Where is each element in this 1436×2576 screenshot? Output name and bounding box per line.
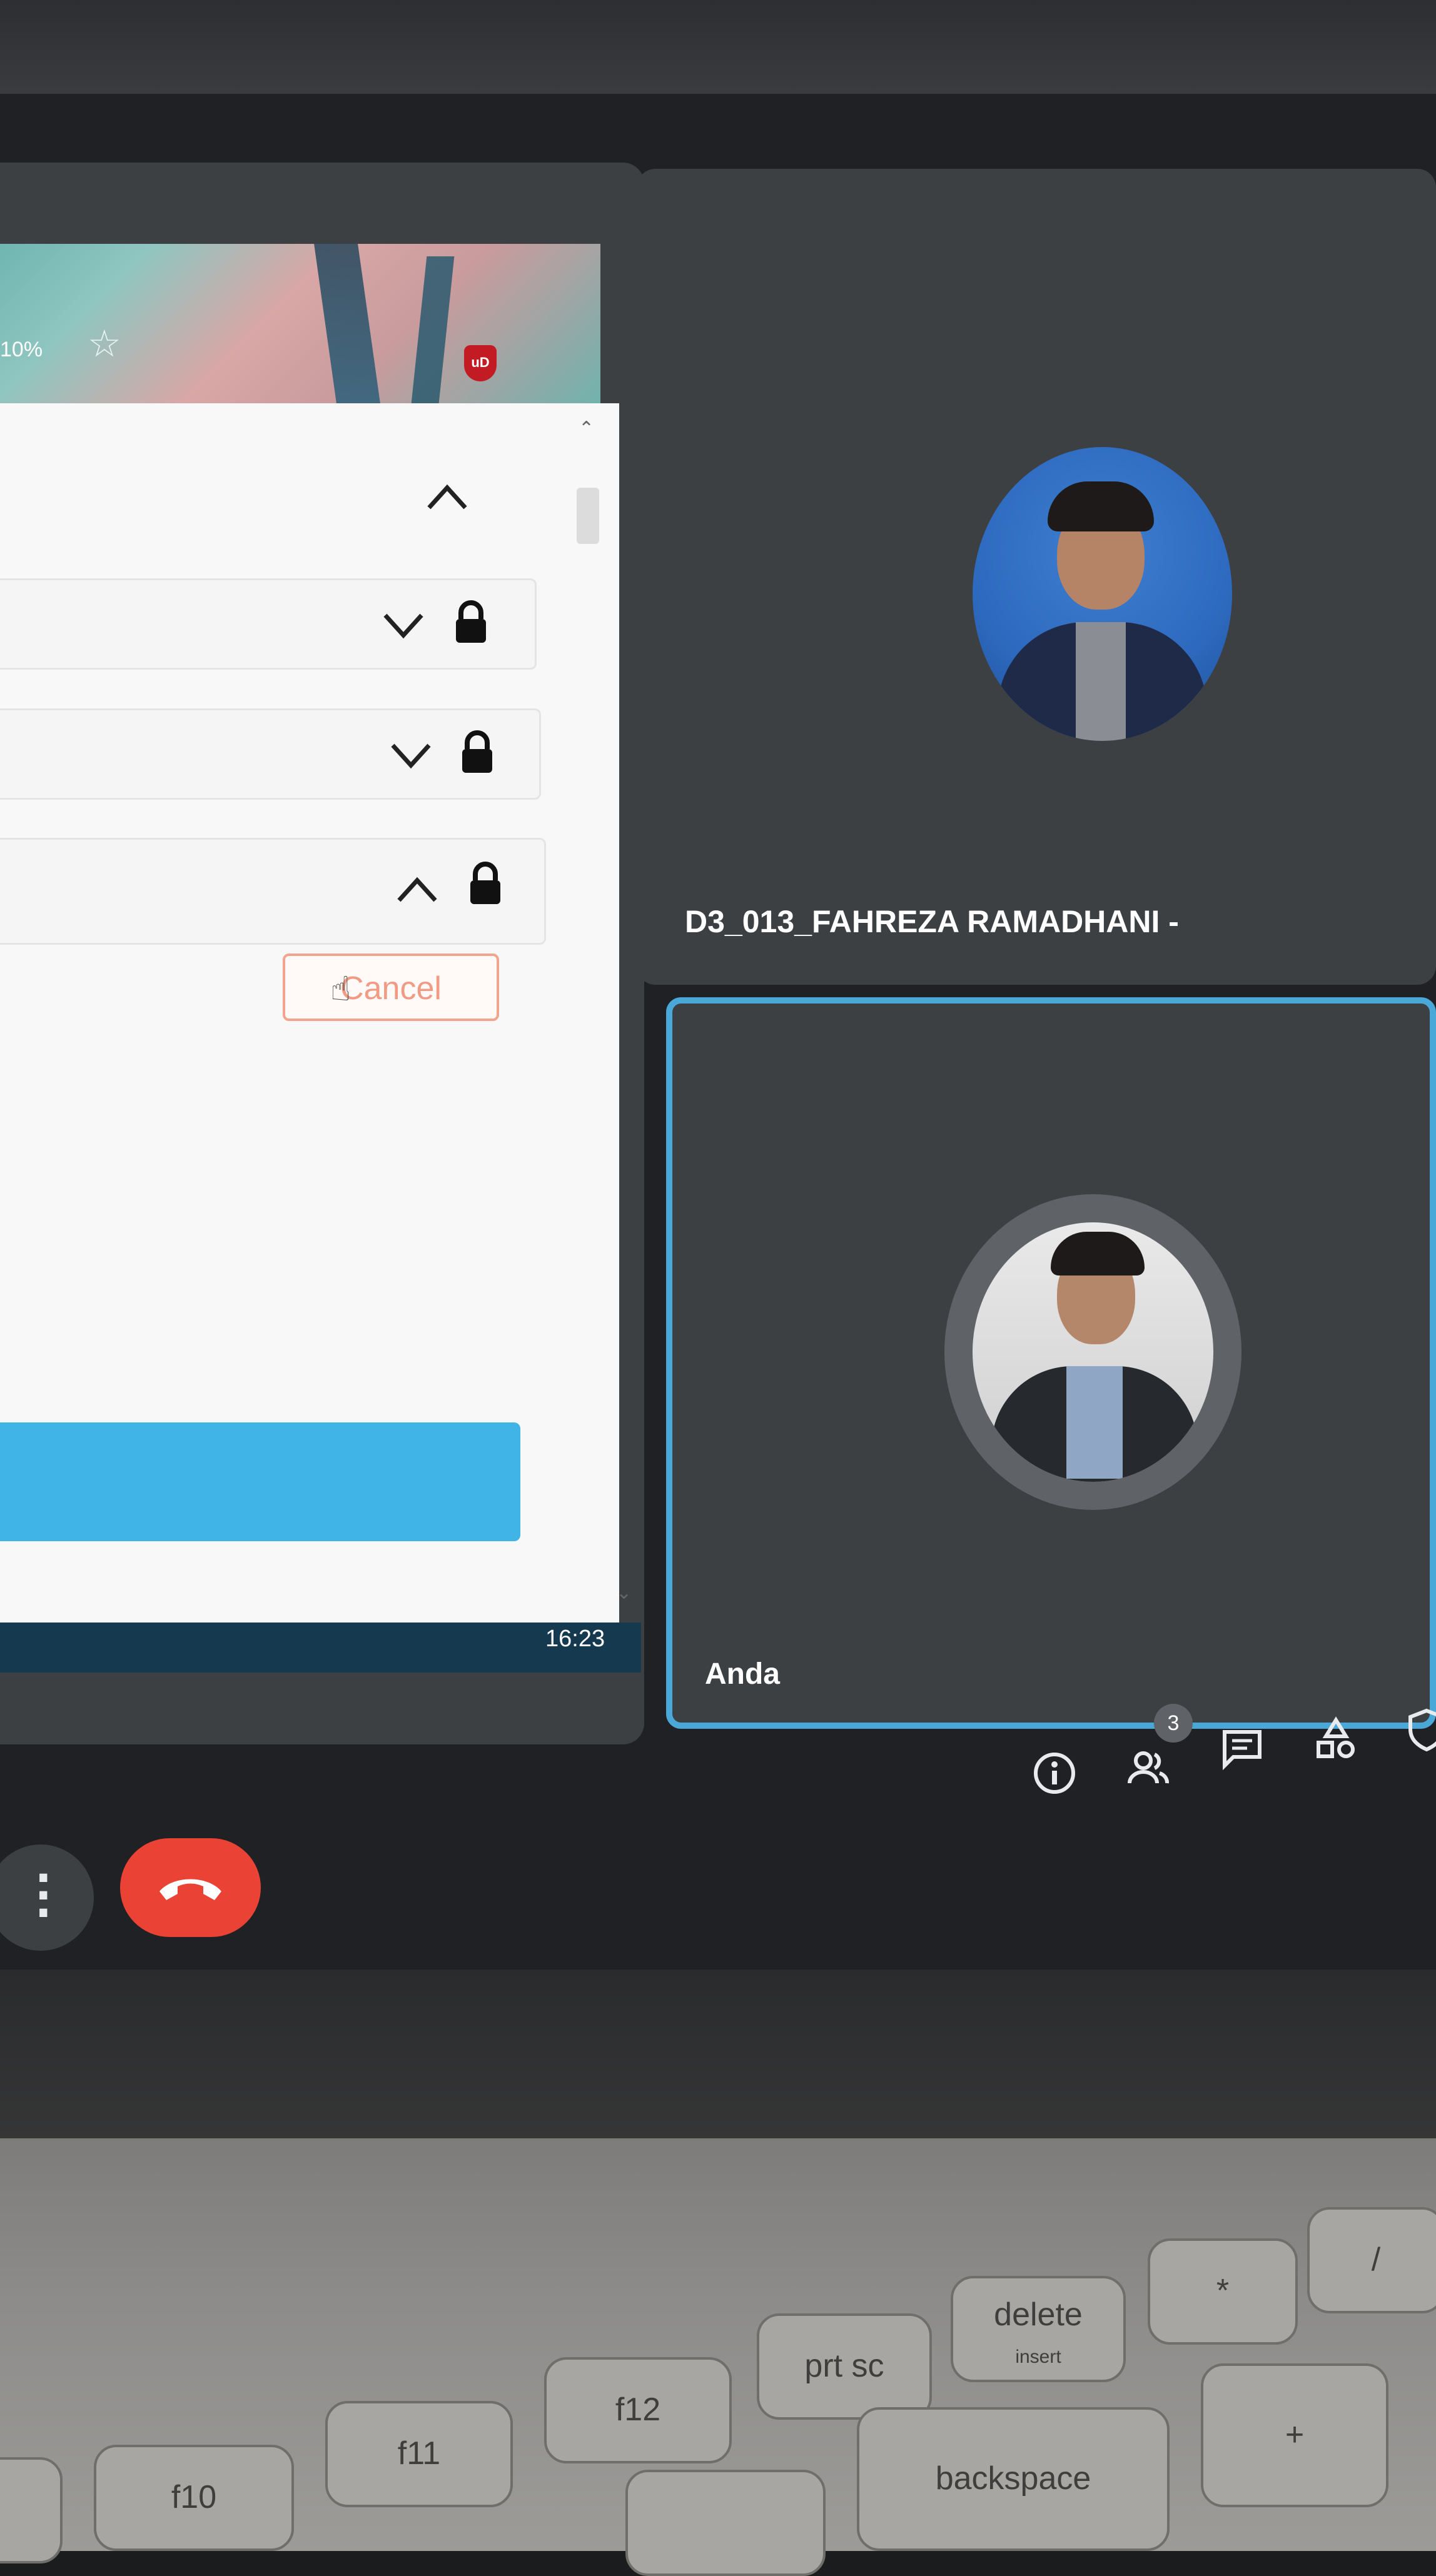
primary-action-button[interactable] (0, 1422, 520, 1541)
banner-tree-decoration (411, 256, 455, 403)
people-icon[interactable] (1126, 1744, 1171, 1789)
key-f9[interactable] (0, 2457, 63, 2563)
avatar-shirt (1076, 622, 1126, 741)
key-f12[interactable]: f12 (544, 2357, 732, 2463)
more-vert-icon: · · · (35, 1853, 52, 1939)
extension-badge-text: uD (471, 355, 490, 370)
accordion-row-expanded[interactable] (0, 838, 546, 945)
key-f11[interactable]: f11 (325, 2401, 513, 2507)
lock-icon (453, 600, 488, 644)
taskbar-clock: 16:23 (545, 1626, 605, 1652)
scroll-down-icon[interactable]: ⌄ (616, 1582, 632, 1604)
hand-cursor-icon: ☝ (330, 969, 351, 1009)
hang-up-icon (159, 1879, 221, 1900)
scrollbar-thumb[interactable] (577, 488, 599, 544)
key-delete[interactable]: delete insert (951, 2276, 1126, 2382)
self-participant-name: Anda (705, 1658, 780, 1691)
lock-icon (460, 730, 495, 774)
key-backspace[interactable]: backspace (857, 2407, 1170, 2551)
participant-avatar (973, 447, 1232, 741)
end-call-button[interactable] (120, 1838, 261, 1937)
self-avatar (973, 1222, 1213, 1482)
zoom-level: 10% (0, 338, 43, 361)
key-asterisk[interactable]: * (1148, 2238, 1298, 2345)
key-prt-sc[interactable]: prt sc (757, 2313, 932, 2420)
key-numpad[interactable] (625, 2470, 826, 2576)
avatar-hair (1048, 481, 1154, 531)
ublock-extension-icon[interactable]: uD (464, 345, 497, 381)
chevron-down-icon[interactable] (389, 740, 433, 772)
key-plus[interactable]: + (1201, 2363, 1388, 2507)
host-controls-icon[interactable] (1404, 1707, 1436, 1752)
avatar-shirt (1066, 1366, 1123, 1479)
chevron-up-icon[interactable] (395, 874, 439, 905)
scroll-up-icon[interactable]: ⌃ (579, 418, 594, 440)
bookmark-star-icon[interactable]: ☆ (88, 325, 121, 363)
accordion-row[interactable] (0, 708, 541, 800)
participant-count-badge: 3 (1154, 1704, 1193, 1743)
accordion-row[interactable] (0, 578, 537, 670)
key-slash[interactable]: / (1307, 2207, 1436, 2313)
chevron-up-icon[interactable] (425, 481, 469, 513)
participant-name: D3_013_FAHREZA RAMADHANI - (685, 904, 1179, 939)
chevron-down-icon[interactable] (382, 610, 425, 641)
cancel-button[interactable]: Cancel (283, 953, 499, 1021)
activities-icon[interactable] (1313, 1716, 1358, 1761)
banner-tree-decoration (314, 244, 380, 403)
info-icon[interactable] (1032, 1751, 1077, 1796)
avatar-hair (1051, 1232, 1145, 1275)
lock-icon (468, 862, 503, 905)
key-f10[interactable]: f10 (94, 2445, 294, 2551)
chat-icon[interactable] (1220, 1726, 1265, 1771)
